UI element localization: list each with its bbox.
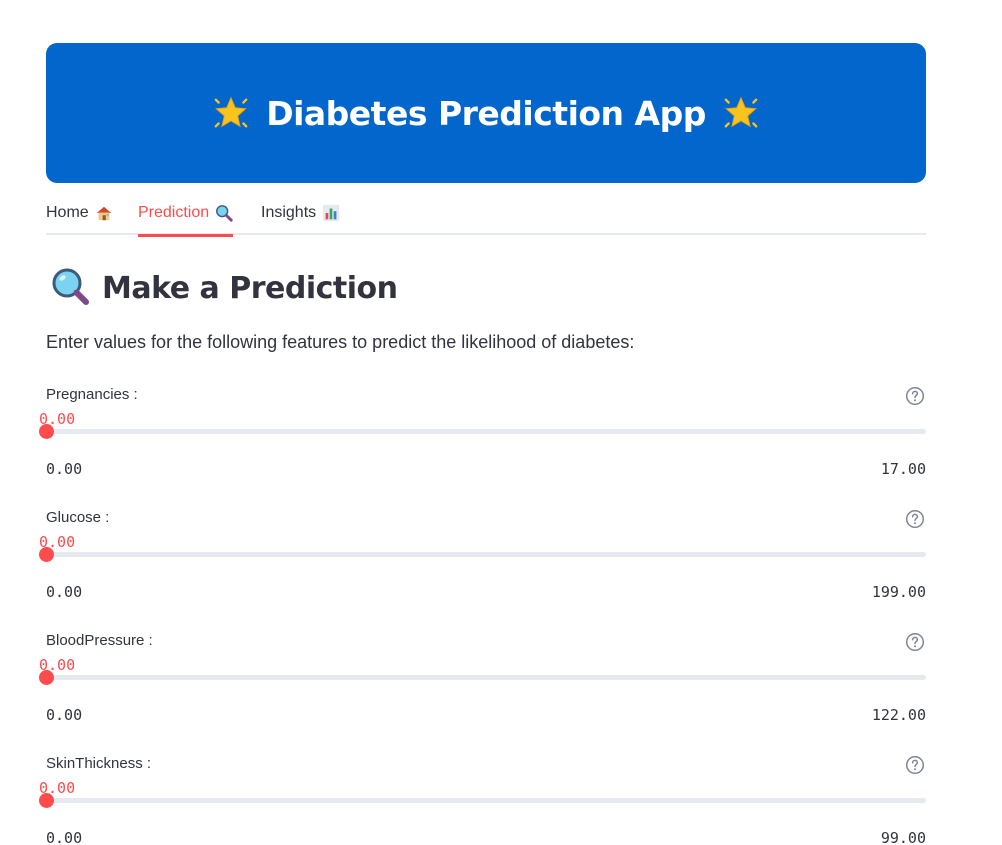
- magnifier-icon: [215, 204, 233, 222]
- slider-label: Pregnancies :: [46, 386, 138, 403]
- slider-track[interactable]: [46, 675, 926, 680]
- slider-label: Glucose :: [46, 509, 110, 526]
- magnifier-icon: [50, 266, 90, 311]
- slider-max-value: 199.00: [871, 583, 926, 601]
- tab-insights[interactable]: Insights: [261, 190, 340, 235]
- slider-label: BloodPressure :: [46, 632, 153, 649]
- slider-max-value: 17.00: [880, 460, 926, 478]
- slider-field: SkinThickness :0.00 0.00 99.00: [0, 755, 1002, 845]
- slider-max-value: 99.00: [880, 829, 926, 845]
- slider-field: Glucose :0.00 0.00 199.00: [0, 509, 1002, 619]
- slider-track[interactable]: [46, 798, 926, 803]
- glowing-star-icon: [722, 94, 760, 132]
- tab-prediction[interactable]: Prediction: [138, 190, 234, 237]
- tab-home-label: Home: [46, 203, 89, 221]
- slider-min-value: 0.00: [46, 829, 83, 845]
- help-icon[interactable]: [905, 755, 925, 775]
- tab-bar: Home Prediction Insights: [46, 190, 926, 237]
- tab-prediction-label: Prediction: [138, 203, 210, 221]
- help-icon[interactable]: [905, 632, 925, 652]
- glowing-star-icon: [212, 94, 250, 132]
- slider-thumb[interactable]: [38, 424, 54, 439]
- slider-label: SkinThickness :: [46, 755, 152, 772]
- slider-track[interactable]: [46, 429, 926, 434]
- intro-text: Enter values for the following features …: [46, 332, 635, 352]
- slider-thumb[interactable]: [38, 547, 54, 562]
- app-page: Diabetes Prediction App Home Prediction …: [0, 0, 1002, 845]
- house-icon: [95, 204, 113, 222]
- bar-chart-icon: [322, 204, 340, 222]
- help-icon[interactable]: [905, 509, 925, 529]
- tab-home[interactable]: Home: [46, 190, 113, 235]
- section-heading-text: Make a Prediction: [102, 270, 398, 306]
- app-title-text: Diabetes Prediction App: [266, 93, 706, 133]
- slider-field: Pregnancies :0.00 0.00 17.00: [0, 386, 1002, 496]
- slider-max-value: 122.00: [871, 706, 926, 724]
- slider-track[interactable]: [46, 552, 926, 557]
- slider-field: BloodPressure :0.00 0.00 122.00: [0, 632, 1002, 742]
- section-heading: Make a Prediction: [50, 265, 398, 311]
- app-title: Diabetes Prediction App: [212, 94, 760, 133]
- title-banner: Diabetes Prediction App: [46, 43, 926, 183]
- tab-insights-label: Insights: [261, 203, 317, 221]
- slider-min-value: 0.00: [46, 460, 83, 478]
- slider-min-value: 0.00: [46, 583, 83, 601]
- help-icon[interactable]: [905, 386, 925, 406]
- slider-thumb[interactable]: [38, 670, 54, 685]
- slider-thumb[interactable]: [38, 793, 54, 808]
- slider-min-value: 0.00: [46, 706, 83, 724]
